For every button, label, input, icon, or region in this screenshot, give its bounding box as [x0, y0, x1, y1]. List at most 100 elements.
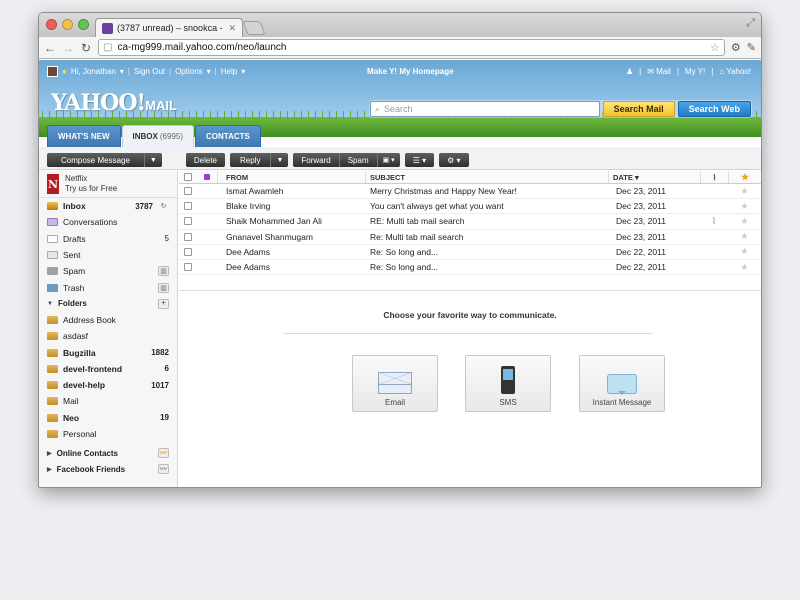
- make-homepage-link[interactable]: Make Y! My Homepage: [367, 67, 454, 76]
- message-row[interactable]: Gnanavel Shanmugam Re: Multi tab mail sea…: [179, 230, 761, 245]
- view-button[interactable]: ☰ ▾: [404, 153, 435, 167]
- message-checkbox[interactable]: [184, 232, 192, 241]
- chevron-down-icon[interactable]: ▼: [270, 153, 288, 167]
- move-folder-icon[interactable]: ▣ ▾: [376, 153, 400, 167]
- column-from[interactable]: FROM: [217, 171, 365, 183]
- back-icon[interactable]: ←: [44, 41, 56, 55]
- empty-folder-icon[interactable]: ▥: [158, 282, 169, 293]
- address-url[interactable]: ca-mg999.mail.yahoo.com/neo/launch: [117, 42, 705, 53]
- sidebar-folder[interactable]: asdasf: [39, 328, 177, 344]
- star-column-icon[interactable]: ★: [728, 171, 761, 183]
- sidebar-folder[interactable]: devel-frontend 6: [39, 361, 177, 377]
- tab-whats-new[interactable]: WHAT'S NEW: [47, 125, 121, 147]
- tab-close-icon[interactable]: ✕: [228, 23, 236, 34]
- contacts-status-icon[interactable]: 〰: [158, 448, 169, 459]
- forward-icon[interactable]: →: [62, 41, 74, 55]
- search-icon: ⌕: [375, 103, 381, 114]
- sidebar-folder[interactable]: Personal: [39, 426, 177, 442]
- tab-inbox[interactable]: INBOX (6995): [121, 125, 194, 147]
- minimize-window-button[interactable]: [62, 19, 73, 30]
- delete-button[interactable]: Delete: [185, 153, 225, 167]
- sidebar-item-drafts[interactable]: Drafts 5: [39, 231, 177, 247]
- my-yahoo-link[interactable]: My Y!: [685, 67, 705, 76]
- message-checkbox[interactable]: [184, 263, 192, 272]
- message-checkbox[interactable]: [184, 247, 192, 256]
- page-menu-icon[interactable]: ⚙: [731, 41, 741, 54]
- folder-icon: [47, 364, 58, 373]
- sidebar-folder[interactable]: Mail: [39, 393, 177, 409]
- online-contacts-header[interactable]: ▶ Online Contacts 〰: [39, 445, 177, 461]
- zoom-window-button[interactable]: [78, 19, 89, 30]
- forward-spam-group: Forward Spam ▣ ▾: [293, 153, 400, 167]
- message-row[interactable]: Blake Irving You can't always get what yo…: [179, 199, 761, 215]
- column-date[interactable]: DATE ▾: [608, 171, 700, 183]
- sidebar-folder[interactable]: Bugzilla 1882: [39, 344, 177, 360]
- spam-button[interactable]: Spam: [338, 153, 377, 167]
- sidebar-item-conversations[interactable]: Conversations: [39, 214, 177, 230]
- close-window-button[interactable]: [46, 19, 57, 30]
- browser-tab[interactable]: (3787 unread) – snookca - Y ✕: [95, 18, 243, 37]
- sidebar-folder[interactable]: Address Book: [39, 312, 177, 328]
- yahoo-home-link[interactable]: ⌂ Yahoo!: [719, 67, 751, 76]
- refresh-icon[interactable]: ↻: [158, 201, 169, 211]
- add-folder-button[interactable]: +: [158, 298, 169, 309]
- message-row[interactable]: Ismat Awamleh Merry Christmas and Happy N…: [179, 184, 761, 200]
- email-option[interactable]: Email: [352, 355, 438, 412]
- address-bar[interactable]: ▢ ca-mg999.mail.yahoo.com/neo/launch ☆: [98, 39, 725, 56]
- message-row[interactable]: Shaik Mohammed Jan Ali RE: Multi tab mail…: [179, 214, 761, 230]
- avatar[interactable]: [47, 66, 58, 77]
- star-icon[interactable]: ★: [740, 186, 748, 197]
- search-mail-button[interactable]: Search Mail: [602, 101, 675, 117]
- folders-header[interactable]: ▼ Folders +: [39, 296, 177, 312]
- reload-icon[interactable]: ↻: [80, 41, 92, 55]
- star-icon[interactable]: ★: [740, 262, 748, 273]
- select-all-checkbox[interactable]: [184, 173, 192, 181]
- netflix-promo[interactable]: N Netflix Try us for Free: [39, 171, 177, 198]
- star-icon[interactable]: ★: [740, 216, 748, 227]
- folder-icon: [47, 397, 58, 406]
- star-icon[interactable]: ★: [740, 231, 748, 242]
- sidebar-item-trash[interactable]: Trash ▥: [39, 279, 177, 295]
- facebook-friends-header[interactable]: ▶ Facebook Friends 〰: [39, 461, 177, 477]
- message-checkbox[interactable]: [184, 187, 192, 196]
- wrench-icon[interactable]: ✎: [747, 41, 756, 54]
- new-tab-button[interactable]: [242, 21, 266, 35]
- empty-folder-icon[interactable]: ▥: [158, 266, 169, 277]
- sign-out-link[interactable]: Sign Out: [134, 67, 165, 76]
- sidebar-folder[interactable]: devel-help 1017: [39, 377, 177, 393]
- message-checkbox[interactable]: [184, 202, 192, 211]
- help-link[interactable]: Help: [221, 67, 237, 76]
- message-subject: Re: So long and...: [370, 246, 439, 257]
- forward-button[interactable]: Forward: [293, 153, 338, 167]
- settings-button[interactable]: ⚙ ▾: [439, 153, 469, 167]
- yahoo-mail-logo[interactable]: YAHOO!MAIL: [51, 90, 177, 116]
- message-row[interactable]: Dee Adams Re: So long and... Dec 22, 2011 ★: [179, 245, 761, 260]
- fullscreen-icon[interactable]: ⤢: [746, 17, 755, 30]
- star-icon[interactable]: ★: [740, 201, 748, 212]
- facebook-status-icon[interactable]: 〰: [158, 464, 169, 475]
- compose-button[interactable]: Compose Message ▼: [47, 153, 162, 167]
- column-subject[interactable]: SUBJECT: [365, 171, 608, 183]
- greeting-link[interactable]: Hi, Jonathan: [71, 67, 116, 76]
- instant-message-option[interactable]: Instant Message: [579, 355, 665, 412]
- sms-option[interactable]: SMS: [465, 355, 551, 412]
- attachment-column-icon[interactable]: ⌇: [700, 171, 728, 183]
- reply-button[interactable]: Reply ▼: [229, 153, 289, 167]
- mail-link[interactable]: ✉ Mail: [647, 67, 671, 76]
- notification-icon[interactable]: ♟: [626, 67, 633, 76]
- options-link[interactable]: Options: [175, 67, 203, 76]
- sidebar-item-inbox[interactable]: Inbox 3787 ↻: [39, 198, 177, 214]
- bookmark-star-icon[interactable]: ☆: [710, 41, 720, 54]
- sidebar-item-spam[interactable]: Spam ▥: [39, 263, 177, 279]
- message-row[interactable]: Dee Adams Re: So long and... Dec 22, 2011 ★: [179, 260, 761, 276]
- star-icon[interactable]: ★: [740, 246, 748, 257]
- sidebar-folder[interactable]: Neo 19: [39, 410, 177, 426]
- search-input[interactable]: ⌕ Search: [370, 101, 600, 117]
- search-web-button[interactable]: Search Web: [677, 101, 751, 117]
- message-checkbox[interactable]: [184, 217, 192, 226]
- status-icon[interactable]: ●: [62, 67, 67, 76]
- tab-contacts[interactable]: CONTACTS: [195, 125, 261, 147]
- sidebar-item-sent[interactable]: Sent: [39, 247, 177, 263]
- tab-strip: (3787 unread) – snookca - Y ✕ ⤢: [39, 13, 761, 37]
- chevron-down-icon[interactable]: ▼: [143, 153, 162, 167]
